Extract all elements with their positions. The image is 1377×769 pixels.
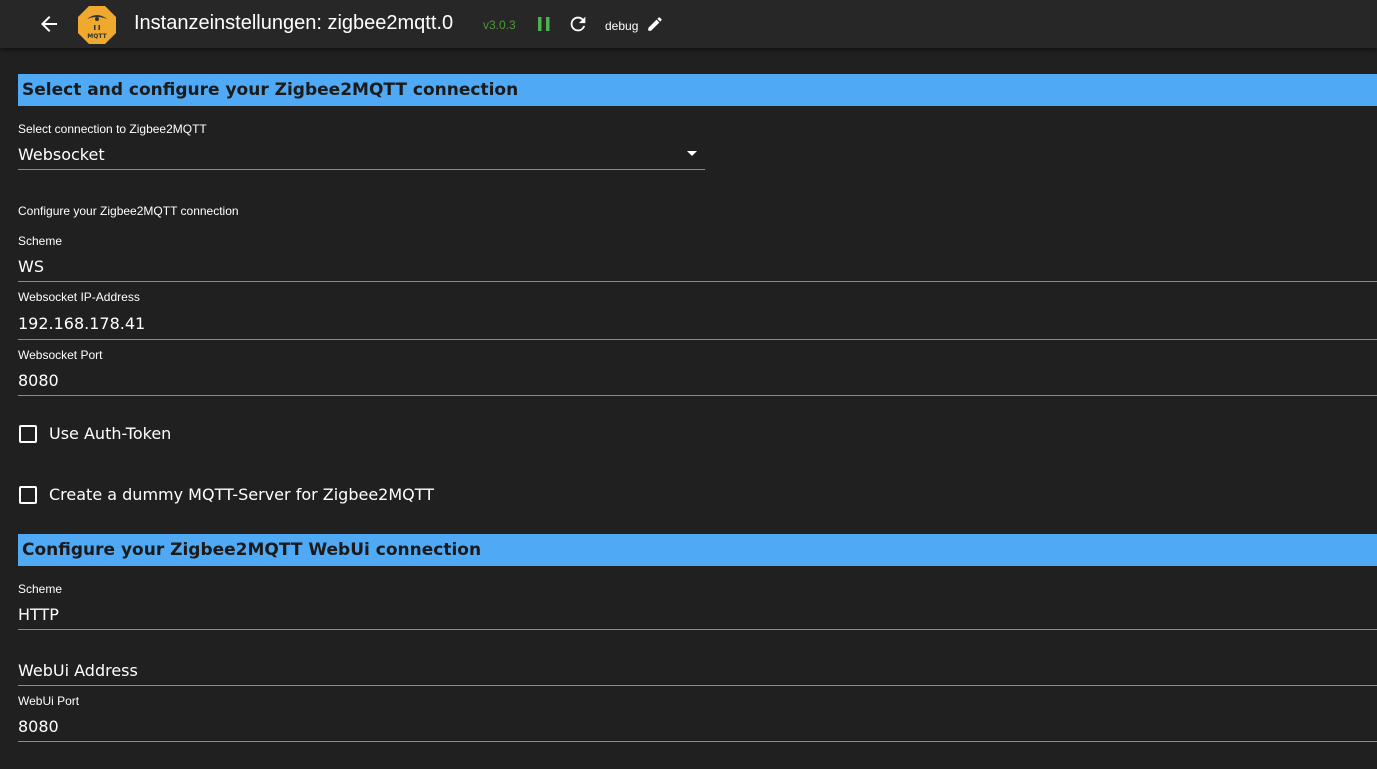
loglevel-label: debug [605,19,639,33]
logo-text: MQTT [87,33,107,40]
dummy-mqtt-label[interactable]: Create a dummy MQTT-Server for Zigbee2MQ… [49,485,434,504]
webui-port-label: WebUi Port [18,694,80,708]
websocket-port-underline [18,395,1377,396]
pause-icon[interactable] [536,15,552,33]
edit-pencil-icon[interactable] [646,15,664,33]
webui-port-underline [18,741,1377,742]
auth-token-checkbox[interactable] [19,425,37,443]
connection-select[interactable]: Websocket [18,145,705,164]
scheme-label: Scheme [18,234,63,248]
webui-scheme-underline [18,629,1377,630]
back-arrow-icon[interactable] [36,12,62,36]
webui-address-underline [18,685,1377,686]
ip-address-underline [18,339,1377,340]
websocket-port-input[interactable]: 8080 [18,371,1377,390]
version-label: v3.0.3 [483,18,516,32]
section-header-webui: Configure your Zigbee2MQTT WebUi connect… [18,534,1377,566]
configure-connection-info: Configure your Zigbee2MQTT connection [18,204,239,218]
webui-address-input[interactable]: WebUi Address [18,661,1377,680]
connection-select-underline [18,169,705,170]
dropdown-arrow-icon[interactable] [687,151,697,156]
top-app-bar: MQTT Instanzeinstellungen: zigbee2mqtt.0… [0,0,1377,48]
refresh-icon[interactable] [567,13,589,35]
webui-scheme-label: Scheme [18,582,63,596]
dummy-mqtt-checkbox[interactable] [19,486,37,504]
webui-scheme-input[interactable]: HTTP [18,605,1377,624]
auth-token-label[interactable]: Use Auth-Token [49,424,171,443]
section-header-connection: Select and configure your Zigbee2MQTT co… [18,74,1377,106]
webui-port-input[interactable]: 8080 [18,717,1377,736]
scheme-input[interactable]: WS [18,257,1377,276]
ip-address-label: Websocket IP-Address [18,290,140,304]
page-title: Instanzeinstellungen: zigbee2mqtt.0 [134,12,454,34]
scheme-underline [18,281,1377,282]
ip-address-input[interactable]: 192.168.178.41 [18,314,1377,333]
zigbee2mqtt-logo: MQTT [78,6,116,44]
connection-select-label: Select connection to Zigbee2MQTT [18,122,207,136]
websocket-port-label: Websocket Port [18,348,103,362]
